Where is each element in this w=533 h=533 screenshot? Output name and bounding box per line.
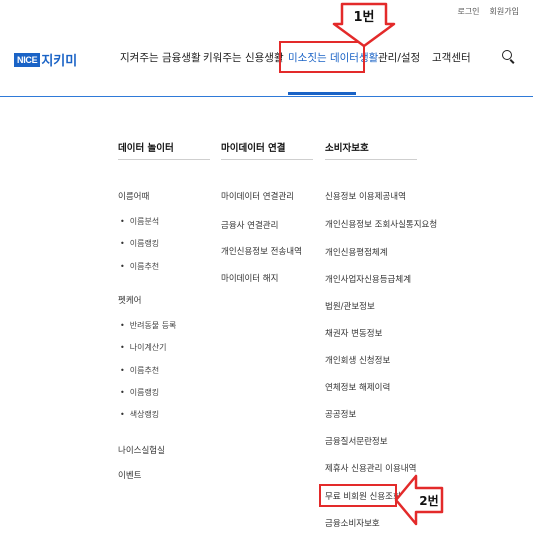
logo-wordmark: 지키미 xyxy=(41,53,78,68)
menu-item-petcare[interactable]: 펫케어 xyxy=(118,294,141,306)
submenu-pet-register[interactable]: 반려동물 등록 xyxy=(120,320,177,331)
step1-arrow-callout: 1번 xyxy=(332,2,396,48)
menu-item-event[interactable]: 이벤트 xyxy=(118,469,141,481)
col-divider xyxy=(221,159,313,160)
submenu-name-recommend[interactable]: 이름추천 xyxy=(120,261,159,272)
search-icon[interactable] xyxy=(502,50,515,64)
col-title-consumer-protection: 소비자보호 xyxy=(325,143,369,154)
col-title-data-playground: 데이터 놀이터 xyxy=(118,143,174,154)
submenu-pet-age-calculator[interactable]: 나이계산기 xyxy=(120,342,167,353)
menu-column-mydata: 마이데이터 연결 xyxy=(221,140,313,160)
menu-item-name[interactable]: 이름어때 xyxy=(118,190,149,202)
menu-item-credit-info-usage[interactable]: 신용정보 이용제공내역 xyxy=(325,190,406,202)
menu-item-financial-link[interactable]: 금융사 연결관리 xyxy=(221,219,278,231)
submenu-pet-color-ranking[interactable]: 색상랭킹 xyxy=(120,409,159,420)
gnb-credit[interactable]: 키워주는 신용생활 xyxy=(203,46,284,70)
menu-item-transfer-history[interactable]: 개인신용정보 전송내역 xyxy=(221,245,302,257)
menu-item-business-grade[interactable]: 개인사업자신용등급체계 xyxy=(325,273,411,285)
menu-item-financial-disorder[interactable]: 금융질서문란정보 xyxy=(325,435,388,447)
menu-column-consumer-protection: 소비자보호 xyxy=(325,140,417,160)
submenu-pet-name-recommend[interactable]: 이름추천 xyxy=(120,365,159,376)
step2-highlight-box xyxy=(319,484,397,507)
menu-item-credit-score-system[interactable]: 개인신용평점체계 xyxy=(325,246,388,258)
submenu-pet-name-ranking[interactable]: 이름랭킹 xyxy=(120,387,159,398)
step1-label: 1번 xyxy=(353,10,374,25)
submenu-name-ranking[interactable]: 이름랭킹 xyxy=(120,238,159,249)
menu-item-rehabilitation[interactable]: 개인회생 신청정보 xyxy=(325,354,390,366)
col-title-mydata: 마이데이터 연결 xyxy=(221,143,286,154)
active-nav-indicator xyxy=(288,92,356,95)
menu-item-mydata-manage[interactable]: 마이데이터 연결관리 xyxy=(221,190,294,202)
gnb-settings[interactable]: 관리/설정 xyxy=(378,46,420,70)
col-divider xyxy=(325,159,417,160)
menu-item-court-info[interactable]: 법원/관보정보 xyxy=(325,300,375,312)
gnb-finance[interactable]: 지켜주는 금융생활 xyxy=(120,46,201,70)
step2-arrow-callout: 2번 xyxy=(394,474,444,526)
menu-item-overdue-release[interactable]: 연체정보 해제이력 xyxy=(325,381,390,393)
gnb-support[interactable]: 고객센터 xyxy=(432,46,471,70)
menu-item-mydata-cancel[interactable]: 마이데이터 해지 xyxy=(221,272,278,284)
menu-item-consumer-protection[interactable]: 금융소비자보호 xyxy=(325,517,380,529)
menu-item-inquiry-notice[interactable]: 개인신용정보 조회사실통지요청 xyxy=(325,218,437,230)
menu-item-creditor-change[interactable]: 채권자 변동정보 xyxy=(325,327,382,339)
logo[interactable]: NICE 지키미 xyxy=(14,50,77,69)
logo-nice-badge: NICE xyxy=(14,52,41,67)
submenu-name-analysis[interactable]: 이름분석 xyxy=(120,216,159,227)
menu-item-nice-lab[interactable]: 나이스실험실 xyxy=(118,444,165,456)
menu-column-data-playground: 데이터 놀이터 xyxy=(118,140,210,160)
step2-label: 2번 xyxy=(419,493,438,508)
menu-item-public-info[interactable]: 공공정보 xyxy=(325,408,356,420)
col-divider xyxy=(118,159,210,160)
